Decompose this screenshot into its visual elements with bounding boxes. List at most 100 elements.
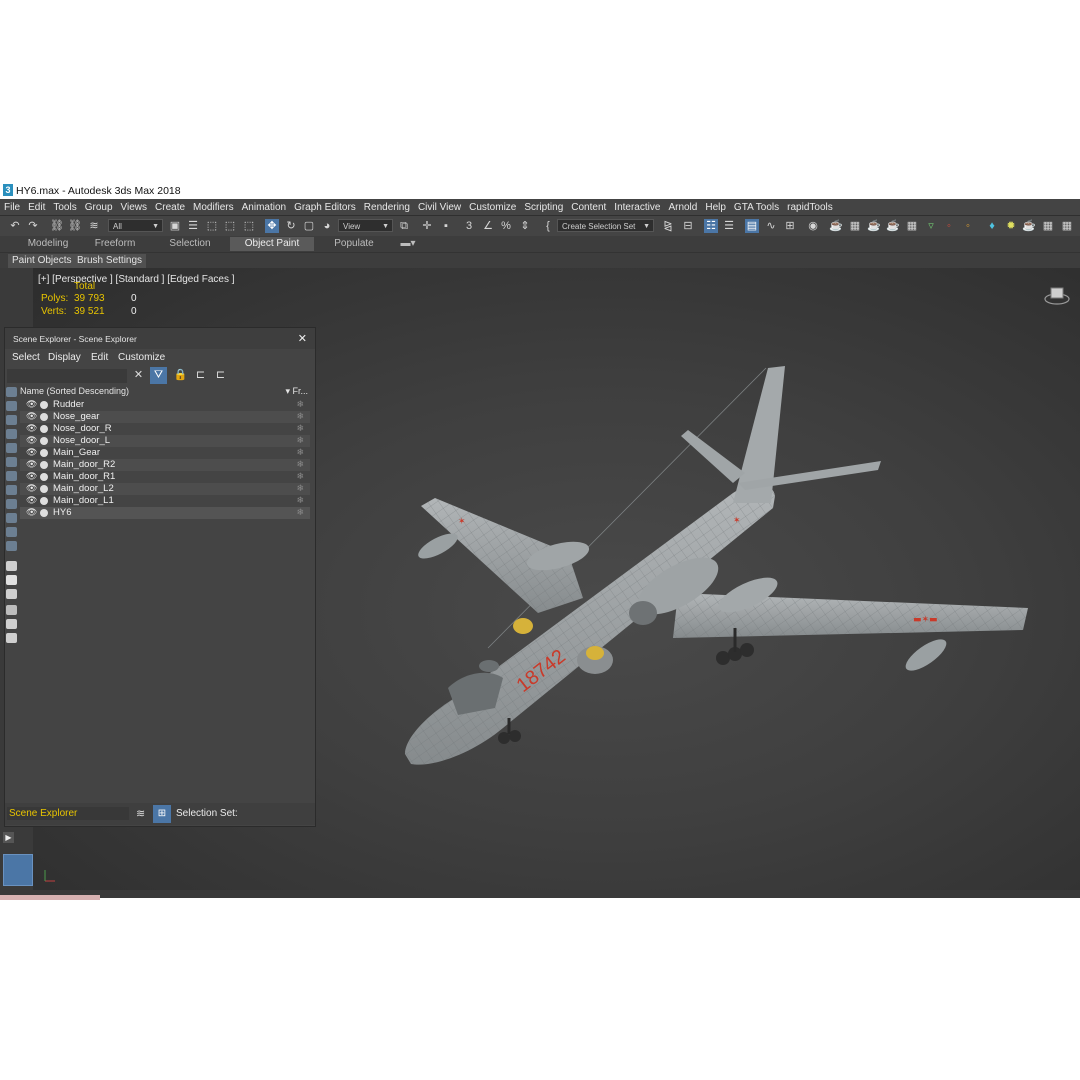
tab-object-paint[interactable]: Object Paint — [230, 237, 314, 251]
display-none-icon[interactable] — [6, 575, 17, 585]
bind-spacewarp-icon[interactable]: ≋ — [87, 219, 101, 233]
tab-populate[interactable]: Populate — [326, 237, 382, 251]
eye-icon[interactable]: 👁 — [26, 471, 37, 482]
eye-icon[interactable]: 👁 — [26, 435, 37, 446]
rendered-frame-icon[interactable]: ▦ — [848, 219, 862, 233]
freeze-icon[interactable]: ❄ — [296, 471, 304, 482]
percent-snap-icon[interactable]: % — [499, 219, 513, 233]
edit-named-sets-icon[interactable]: { — [541, 219, 555, 233]
se-menu-select[interactable]: Select — [12, 352, 40, 363]
scene-row[interactable]: 👁 Main_door_R1 ❄ — [20, 471, 310, 483]
se-menu-display[interactable]: Display — [48, 352, 81, 363]
render-online-icon[interactable]: ▦ — [905, 219, 919, 233]
select-object-icon[interactable]: ▣ — [168, 219, 182, 233]
menu-views[interactable]: Views — [117, 202, 152, 213]
menu-rapidtools[interactable]: rapidTools — [783, 202, 837, 213]
scene-explorer-name-field[interactable]: Scene Explorer — [7, 807, 129, 820]
selection-filter-dropdown[interactable]: All ▼ — [108, 219, 163, 232]
filter-icon[interactable]: ⛛ — [150, 367, 167, 384]
spinner-snap-icon[interactable]: ⇕ — [518, 219, 532, 233]
viewcube-icon[interactable] — [1044, 285, 1070, 305]
named-selection-set-dropdown[interactable]: Create Selection Set ▼ — [557, 219, 654, 232]
se-column-header[interactable]: Name (Sorted Descending) ▾ Fr... — [20, 386, 310, 398]
layers-icon[interactable]: ≋ — [136, 807, 145, 820]
scene-row[interactable]: 👁 Nose_door_R ❄ — [20, 423, 310, 435]
viewport-layout-icon[interactable] — [3, 854, 33, 886]
close-icon[interactable]: ✕ — [298, 332, 307, 345]
toggle-layer-explorer-icon[interactable]: ☰ — [722, 219, 736, 233]
menu-file[interactable]: File — [0, 202, 24, 213]
viewport-label[interactable]: [+] [Perspective ] [Standard ] [Edged Fa… — [38, 274, 235, 285]
freeze-icon[interactable]: ❄ — [296, 459, 304, 470]
play-icon[interactable]: ▶ — [3, 832, 14, 843]
se-menu-customize[interactable]: Customize — [118, 352, 165, 363]
scene-row[interactable]: 👁 HY6 ❄ — [20, 507, 310, 519]
eye-icon[interactable]: 👁 — [26, 399, 37, 410]
sun-icon[interactable]: ✹ — [1004, 219, 1018, 233]
freeze-icon[interactable]: ❄ — [296, 495, 304, 506]
brush-settings-button[interactable]: Brush Settings — [73, 254, 147, 268]
keyboard-shortcut-icon[interactable]: ▪ — [439, 219, 453, 233]
material-editor-icon[interactable]: ◉ — [806, 219, 820, 233]
placement-icon[interactable]: ◕ — [320, 219, 334, 233]
tab-modeling[interactable]: Modeling — [18, 237, 78, 251]
scene-explorer-titlebar[interactable]: Scene Explorer - Scene Explorer ✕ — [5, 328, 315, 349]
menu-arnold[interactable]: Arnold — [664, 202, 701, 213]
tab-freeform[interactable]: Freeform — [88, 237, 142, 251]
link-icon[interactable]: ⛓ — [50, 219, 64, 233]
eye-icon[interactable]: 👁 — [26, 423, 37, 434]
filter-funnel-2-icon[interactable] — [6, 619, 17, 629]
menu-gta-tools[interactable]: GTA Tools — [730, 202, 783, 213]
freeze-icon[interactable]: ❄ — [296, 399, 304, 410]
menu-create[interactable]: Create — [151, 202, 189, 213]
menu-edit[interactable]: Edit — [24, 202, 49, 213]
xrefs-filter-icon[interactable] — [6, 485, 17, 495]
angle-snap-icon[interactable]: ∠ — [481, 219, 495, 233]
column-name-header[interactable]: Name (Sorted Descending) — [20, 386, 129, 396]
menu-group[interactable]: Group — [81, 202, 117, 213]
scene-row[interactable]: 👁 Main_Gear ❄ — [20, 447, 310, 459]
invert-display-icon[interactable] — [6, 589, 17, 599]
freeze-icon[interactable]: ❄ — [296, 411, 304, 422]
teapot-icon[interactable]: ☕ — [1022, 219, 1036, 233]
eye-icon[interactable]: 👁 — [26, 483, 37, 494]
se-find-field[interactable] — [7, 369, 127, 383]
align-icon[interactable]: ⊟ — [681, 219, 695, 233]
display-all-icon[interactable] — [6, 561, 17, 571]
rect-selection-icon[interactable]: ⬚ — [205, 219, 219, 233]
scene-row[interactable]: 👁 Nose_gear ❄ — [20, 411, 310, 423]
eye-icon[interactable]: 👁 — [26, 411, 37, 422]
lock-icon[interactable]: 🔒 — [172, 367, 189, 384]
filter-funnel-icon[interactable] — [6, 605, 17, 615]
render-icon[interactable]: ▦ — [1041, 219, 1055, 233]
helpers-filter-icon[interactable] — [6, 443, 17, 453]
toggle-ribbon-icon[interactable]: ▤ — [745, 219, 759, 233]
arnold-icon-3[interactable]: ◦ — [961, 219, 975, 233]
tab-selection[interactable]: Selection — [160, 237, 220, 251]
paint-objects-button[interactable]: Paint Objects — [8, 254, 76, 268]
freeze-icon[interactable]: ❄ — [296, 483, 304, 494]
menu-civil-view[interactable]: Civil View — [414, 202, 465, 213]
menu-interactive[interactable]: Interactive — [610, 202, 664, 213]
redo-icon[interactable]: ↷ — [26, 219, 40, 233]
arnold-icon-2[interactable]: ◦ — [942, 219, 956, 233]
shapes-filter-icon[interactable] — [6, 401, 17, 411]
eye-icon[interactable]: 👁 — [26, 459, 37, 470]
scene-row[interactable]: 👁 Main_door_L1 ❄ — [20, 495, 310, 507]
menu-help[interactable]: Help — [701, 202, 730, 213]
unlink-icon[interactable]: ⛓ — [68, 219, 82, 233]
hidden-filter-icon[interactable] — [6, 541, 17, 551]
menu-animation[interactable]: Animation — [238, 202, 290, 213]
curve-editor-icon[interactable]: ∿ — [764, 219, 778, 233]
lights-filter-icon[interactable] — [6, 415, 17, 425]
menu-customize[interactable]: Customize — [465, 202, 520, 213]
snaps-toggle-icon[interactable]: 3 — [462, 219, 476, 233]
eye-icon[interactable]: 👁 — [26, 495, 37, 506]
menu-scripting[interactable]: Scripting — [520, 202, 567, 213]
ribbon-options-icon[interactable]: ▬▾ — [396, 237, 420, 251]
eye-icon[interactable]: 👁 — [26, 507, 37, 518]
arnold-icon-1[interactable]: ▿ — [924, 219, 938, 233]
eye-icon[interactable]: 👁 — [26, 447, 37, 458]
select-rotate-icon[interactable]: ↻ — [284, 219, 298, 233]
render-setup-icon[interactable]: ☕ — [829, 219, 843, 233]
